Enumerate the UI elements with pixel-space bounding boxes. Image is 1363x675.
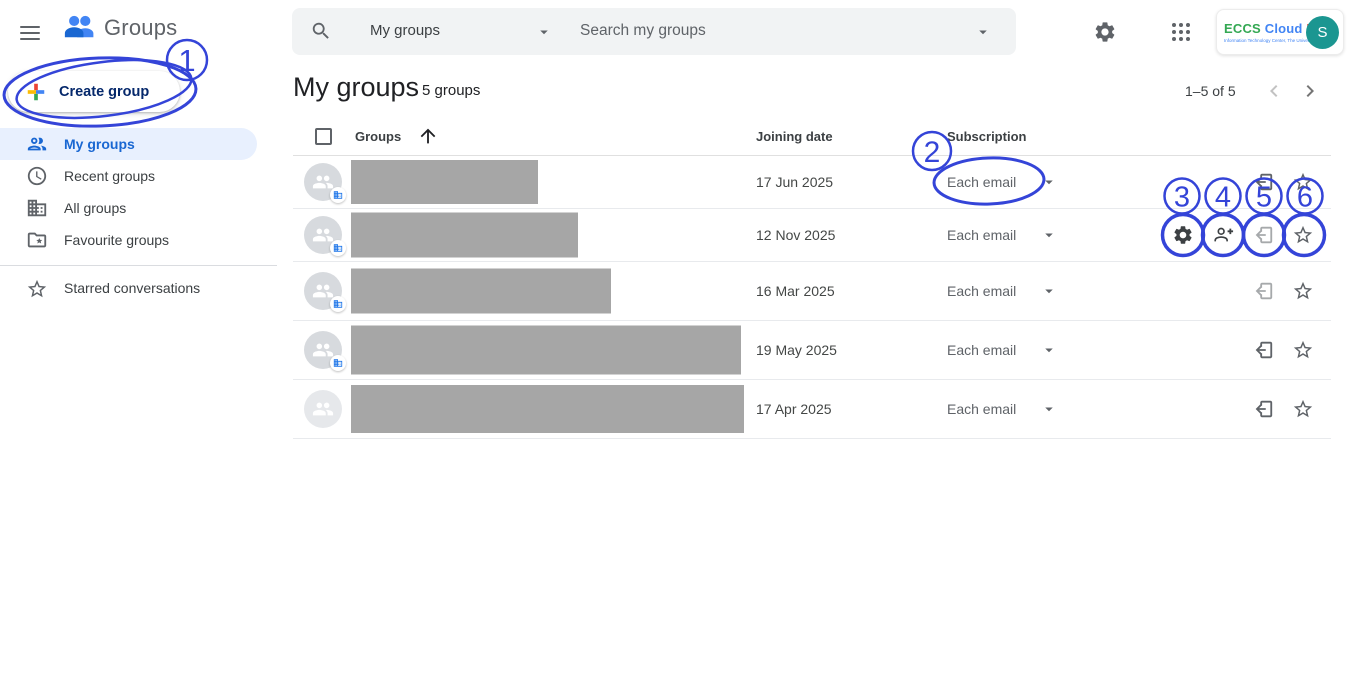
- table-header: Groups Joining date Subscription: [293, 118, 1331, 156]
- search-icon: [310, 20, 332, 42]
- user-avatar[interactable]: S: [1306, 16, 1339, 49]
- next-page-icon[interactable]: [1298, 79, 1322, 103]
- people-icon: [26, 133, 48, 155]
- settings-icon[interactable]: [1163, 215, 1203, 255]
- sidebar-item-favourite-groups[interactable]: Favourite groups: [0, 224, 277, 256]
- star-icon: [26, 278, 48, 300]
- account-badge[interactable]: ECCS Cloud Mail Information Technology C…: [1216, 9, 1344, 55]
- subscription-caret-down-icon[interactable]: [1040, 226, 1058, 244]
- subscription-caret-down-icon[interactable]: [1040, 400, 1058, 418]
- groups-logo-icon: [62, 13, 96, 43]
- add-member-icon[interactable]: [1203, 215, 1243, 255]
- joining-date: 16 Mar 2025: [756, 283, 835, 299]
- sidebar-item-label: Recent groups: [64, 168, 155, 184]
- table-row[interactable]: 19 May 2025 Each email: [293, 321, 1331, 380]
- subscription-caret-down-icon[interactable]: [1040, 282, 1058, 300]
- leave-group-icon[interactable]: [1243, 330, 1283, 370]
- column-header-subscription[interactable]: Subscription: [947, 129, 1026, 144]
- create-group-button[interactable]: Create group: [8, 71, 180, 112]
- search-bar[interactable]: My groups Search my groups: [292, 8, 1016, 55]
- group-avatar: [304, 216, 342, 254]
- settings-gear-icon[interactable]: [1093, 20, 1117, 44]
- table-row[interactable]: 17 Jun 2025 Each email: [293, 156, 1331, 209]
- folder-star-icon: [26, 229, 48, 251]
- star-icon[interactable]: [1283, 389, 1323, 429]
- organization-badge-icon: [330, 355, 346, 371]
- sidebar-item-recent-groups[interactable]: Recent groups: [0, 160, 277, 192]
- app-title: Groups: [104, 15, 177, 41]
- organization-badge-icon: [330, 187, 346, 203]
- star-icon[interactable]: [1283, 162, 1323, 202]
- leave-group-icon[interactable]: [1243, 389, 1283, 429]
- star-icon[interactable]: [1283, 271, 1323, 311]
- top-bar: Groups My groups Search my groups ECCS C…: [0, 0, 1363, 64]
- column-header-joining-date[interactable]: Joining date: [756, 129, 833, 144]
- apps-grid-icon[interactable]: [1169, 20, 1193, 44]
- advanced-search-caret-icon[interactable]: [974, 23, 992, 41]
- search-input[interactable]: Search my groups: [580, 22, 706, 40]
- sidebar-item-label: All groups: [64, 200, 126, 216]
- sidebar-nav: My groups Recent groups All groups Favou…: [0, 128, 277, 256]
- domain-icon: [26, 197, 48, 219]
- clock-icon: [26, 165, 48, 187]
- redacted-group-name: [351, 269, 611, 314]
- organization-badge-icon: [330, 296, 346, 312]
- scope-caret-down-icon[interactable]: [535, 23, 553, 41]
- prev-page-icon[interactable]: [1262, 79, 1286, 103]
- star-icon[interactable]: [1283, 215, 1323, 255]
- group-count: 5 groups: [422, 82, 480, 99]
- sidebar-divider: [0, 265, 277, 266]
- joining-date: 12 Nov 2025: [756, 227, 835, 243]
- page-title: My groups: [293, 72, 419, 103]
- redacted-group-name: [351, 385, 744, 433]
- page-range: 1–5 of 5: [1185, 83, 1236, 99]
- leave-group-icon[interactable]: [1243, 215, 1283, 255]
- table-row[interactable]: 12 Nov 2025 Each email: [293, 209, 1331, 262]
- leave-group-icon[interactable]: [1243, 271, 1283, 311]
- groups-logo[interactable]: Groups: [62, 13, 177, 43]
- redacted-group-name: [351, 326, 741, 375]
- organization-badge-icon: [330, 240, 346, 256]
- joining-date: 19 May 2025: [756, 342, 837, 358]
- sidebar-item-starred-conversations[interactable]: Starred conversations: [0, 273, 277, 305]
- column-header-groups[interactable]: Groups: [355, 129, 401, 144]
- leave-group-icon[interactable]: [1243, 162, 1283, 202]
- sidebar-item-label: Starred conversations: [64, 280, 200, 296]
- joining-date: 17 Apr 2025: [756, 401, 832, 417]
- star-icon[interactable]: [1283, 330, 1323, 370]
- pagination: 1–5 of 5: [1185, 79, 1322, 103]
- redacted-group-name: [351, 160, 538, 204]
- table-row[interactable]: 16 Mar 2025 Each email: [293, 262, 1331, 321]
- joining-date: 17 Jun 2025: [756, 174, 833, 190]
- subscription-caret-down-icon[interactable]: [1040, 173, 1058, 191]
- search-scope-selector[interactable]: My groups: [370, 22, 440, 39]
- group-avatar: [304, 390, 342, 428]
- create-group-label: Create group: [59, 84, 149, 100]
- sort-ascending-icon[interactable]: [417, 125, 439, 147]
- subscription-caret-down-icon[interactable]: [1040, 341, 1058, 359]
- group-avatar: [304, 272, 342, 310]
- sidebar-item-label: My groups: [64, 136, 135, 152]
- redacted-group-name: [351, 213, 578, 258]
- group-avatar: [304, 163, 342, 201]
- sidebar-item-my-groups[interactable]: My groups: [0, 128, 257, 160]
- hamburger-menu-icon[interactable]: [20, 22, 46, 42]
- sidebar-item-all-groups[interactable]: All groups: [0, 192, 277, 224]
- plus-icon: [25, 81, 47, 103]
- select-all-checkbox[interactable]: [315, 128, 332, 145]
- table-row[interactable]: 17 Apr 2025 Each email: [293, 380, 1331, 439]
- sidebar-item-label: Favourite groups: [64, 232, 169, 248]
- group-avatar: [304, 331, 342, 369]
